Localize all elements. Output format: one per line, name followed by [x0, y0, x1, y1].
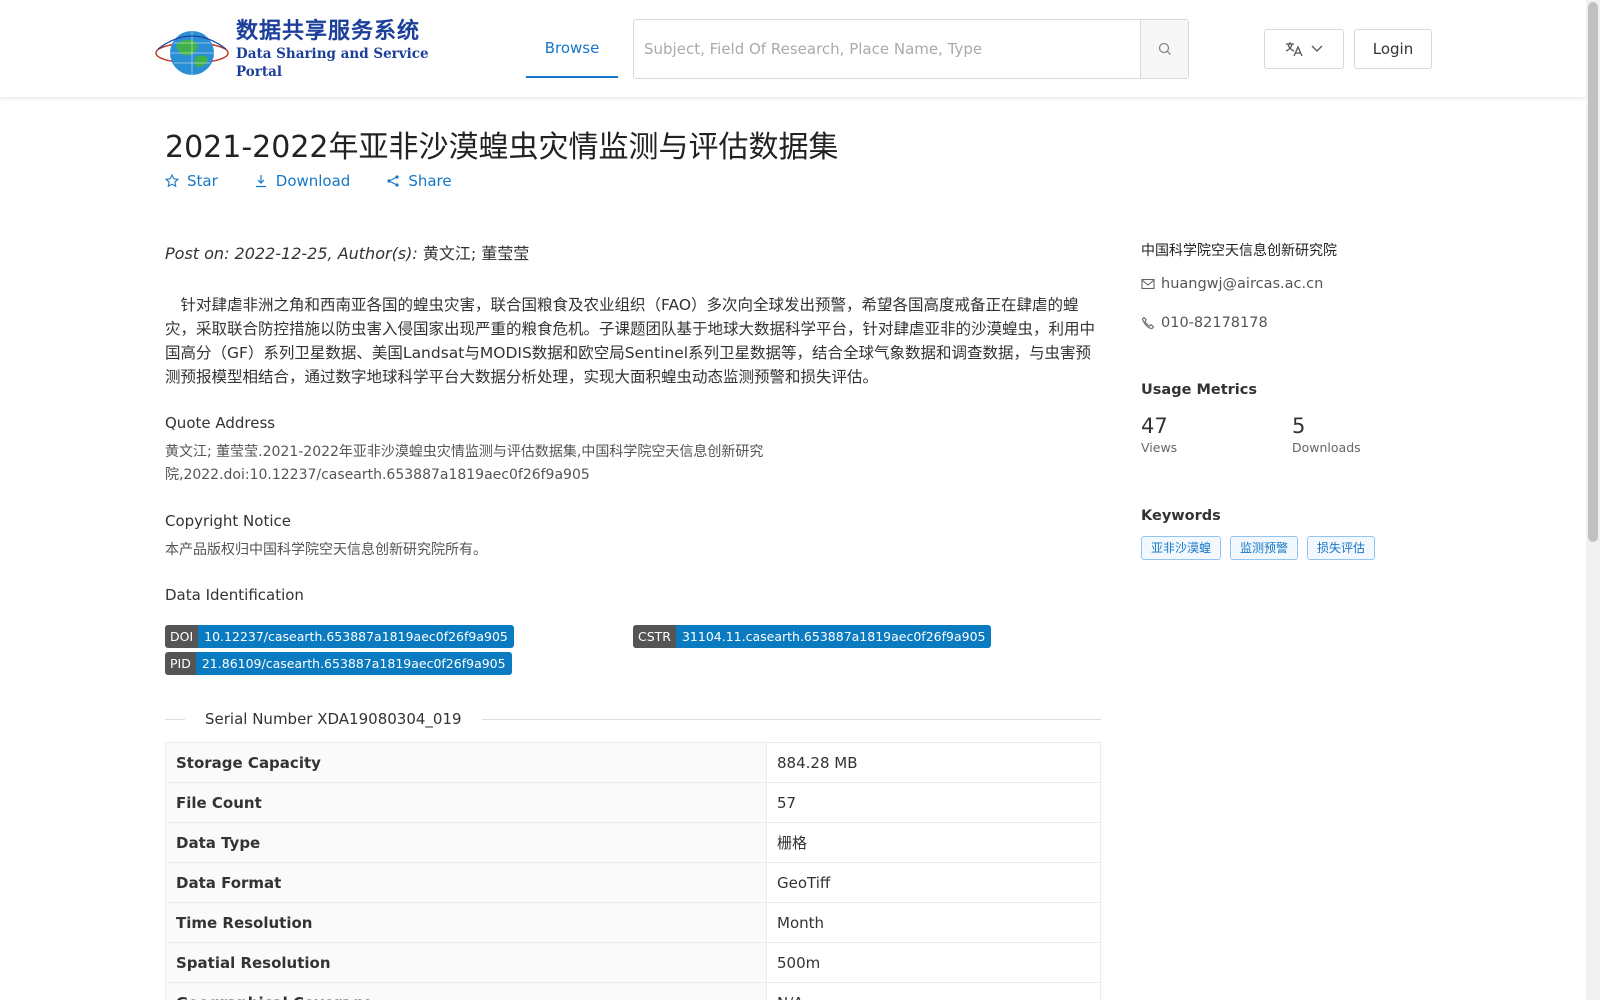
chevron-down-icon — [1311, 45, 1323, 52]
search-bar — [633, 19, 1189, 79]
top-header: 数据共享服务系统 Data Sharing and Service Portal… — [0, 0, 1586, 98]
pid-badge[interactable]: PID 21.86109/casearth.653887a1819aec0f26f… — [165, 652, 512, 675]
share-label: Share — [408, 172, 452, 190]
post-date: Post on: 2022-12-25, Author(s): — [165, 244, 423, 263]
dataset-abstract: 针对肆虐非洲之角和西南亚各国的蝗虫灾害，联合国粮食及农业组织（FAO）多次向全球… — [165, 296, 1096, 386]
phone-icon — [1141, 316, 1155, 330]
logo-title-en: Data Sharing and Service Portal — [236, 46, 429, 80]
table-key: Data Format — [165, 862, 767, 903]
contact-phone: 010-82178178 — [1141, 315, 1268, 331]
copyright-label: Copyright Notice — [165, 512, 291, 530]
table-value: 884.28 MB — [766, 742, 1101, 783]
table-value: GeoTiff — [766, 862, 1101, 903]
table-key: File Count — [165, 782, 767, 823]
downloads-metric: 5 Downloads — [1292, 414, 1361, 455]
keyword-tag[interactable]: 损失评估 — [1307, 536, 1376, 560]
post-meta: Post on: 2022-12-25, Author(s): 黄文江; 董莹莹 — [165, 240, 529, 264]
page-scrollbar[interactable] — [1586, 0, 1600, 1000]
contact-email[interactable]: huangwj@aircas.ac.cn — [1141, 276, 1323, 292]
keyword-tag[interactable]: 亚非沙漠蝗 — [1141, 536, 1222, 560]
logo-title-cn: 数据共享服务系统 — [236, 18, 421, 44]
table-row: Spatial Resolution 500m — [165, 942, 1101, 983]
search-icon — [1158, 42, 1171, 55]
page-title: 2021-2022年亚非沙漠蝗虫灾情监测与评估数据集 — [165, 130, 839, 165]
table-key: Spatial Resolution — [165, 942, 767, 983]
site-logo[interactable]: 数据共享服务系统 Data Sharing and Service Portal — [152, 18, 442, 80]
download-icon — [255, 175, 266, 188]
scrollbar-thumb[interactable] — [1588, 2, 1598, 542]
table-value: Month — [766, 902, 1101, 943]
search-button[interactable] — [1140, 20, 1188, 78]
views-metric: 47 Views — [1141, 414, 1178, 455]
table-key: Storage Capacity — [165, 742, 767, 783]
keyword-list: 亚非沙漠蝗 监测预警 损失评估 — [1141, 536, 1376, 560]
quote-label: Quote Address — [165, 414, 276, 432]
table-key: Geographical Coverage — [165, 982, 767, 1000]
search-input[interactable] — [634, 20, 1140, 78]
table-row: Data Format GeoTiff — [165, 862, 1101, 903]
quote-text: 黄文江; 董莹莹.2021-2022年亚非沙漠蝗虫灾情监测与评估数据集,中国科学… — [165, 444, 764, 483]
share-icon — [387, 175, 399, 187]
table-value: 栅格 — [766, 822, 1101, 863]
serial-number-divider: Serial Number XDA19080304_019 — [165, 704, 1101, 734]
cstr-badge[interactable]: CSTR 31104.11.casearth.653887a1819aec0f26… — [633, 625, 992, 648]
table-value: 57 — [766, 782, 1101, 823]
doi-badge[interactable]: DOI 10.12237/casearth.653887a1819aec0f26f… — [165, 625, 514, 648]
language-switch-button[interactable] — [1264, 29, 1344, 69]
nav-browse-tab[interactable]: Browse — [526, 20, 618, 78]
globe-logo-icon — [152, 19, 232, 79]
table-row: Time Resolution Month — [165, 902, 1101, 943]
dataset-actions: Star Download Share — [165, 172, 452, 190]
copyright-text: 本产品版权归中国科学院空天信息创新研究院所有。 — [165, 542, 487, 558]
star-label: Star — [187, 172, 218, 190]
serial-number: Serial Number XDA19080304_019 — [205, 710, 462, 728]
keyword-tag[interactable]: 监测预警 — [1230, 536, 1299, 560]
login-button[interactable]: Login — [1354, 29, 1432, 69]
dataset-info-table: Storage Capacity 884.28 MB File Count 57 Dat… — [165, 742, 1101, 1000]
table-row: Geographical CoverageN/A — [165, 982, 1101, 1000]
keywords-title: Keywords — [1141, 508, 1221, 524]
table-row: File Count 57 — [165, 782, 1101, 823]
translate-icon — [1285, 42, 1303, 57]
table-row: Data Type 栅格 — [165, 822, 1101, 863]
star-button[interactable]: Star — [165, 172, 218, 190]
download-label: Download — [275, 172, 351, 190]
table-key: Data Type — [165, 822, 767, 863]
share-button[interactable]: Share — [386, 172, 452, 190]
download-button[interactable]: Download — [254, 172, 351, 190]
authors: 黄文江; 董莹莹 — [422, 244, 530, 263]
mail-icon — [1141, 278, 1155, 290]
table-key: Time Resolution — [165, 902, 767, 943]
table-value: 500m — [766, 942, 1101, 983]
usage-metrics-title: Usage Metrics — [1141, 382, 1257, 398]
identification-label: Data Identification — [165, 586, 304, 604]
institution-name: 中国科学院空天信息创新研究院 — [1141, 243, 1337, 259]
table-value: N/A — [766, 982, 1101, 1000]
table-row: Storage Capacity 884.28 MB — [165, 742, 1101, 783]
star-icon — [165, 174, 179, 188]
